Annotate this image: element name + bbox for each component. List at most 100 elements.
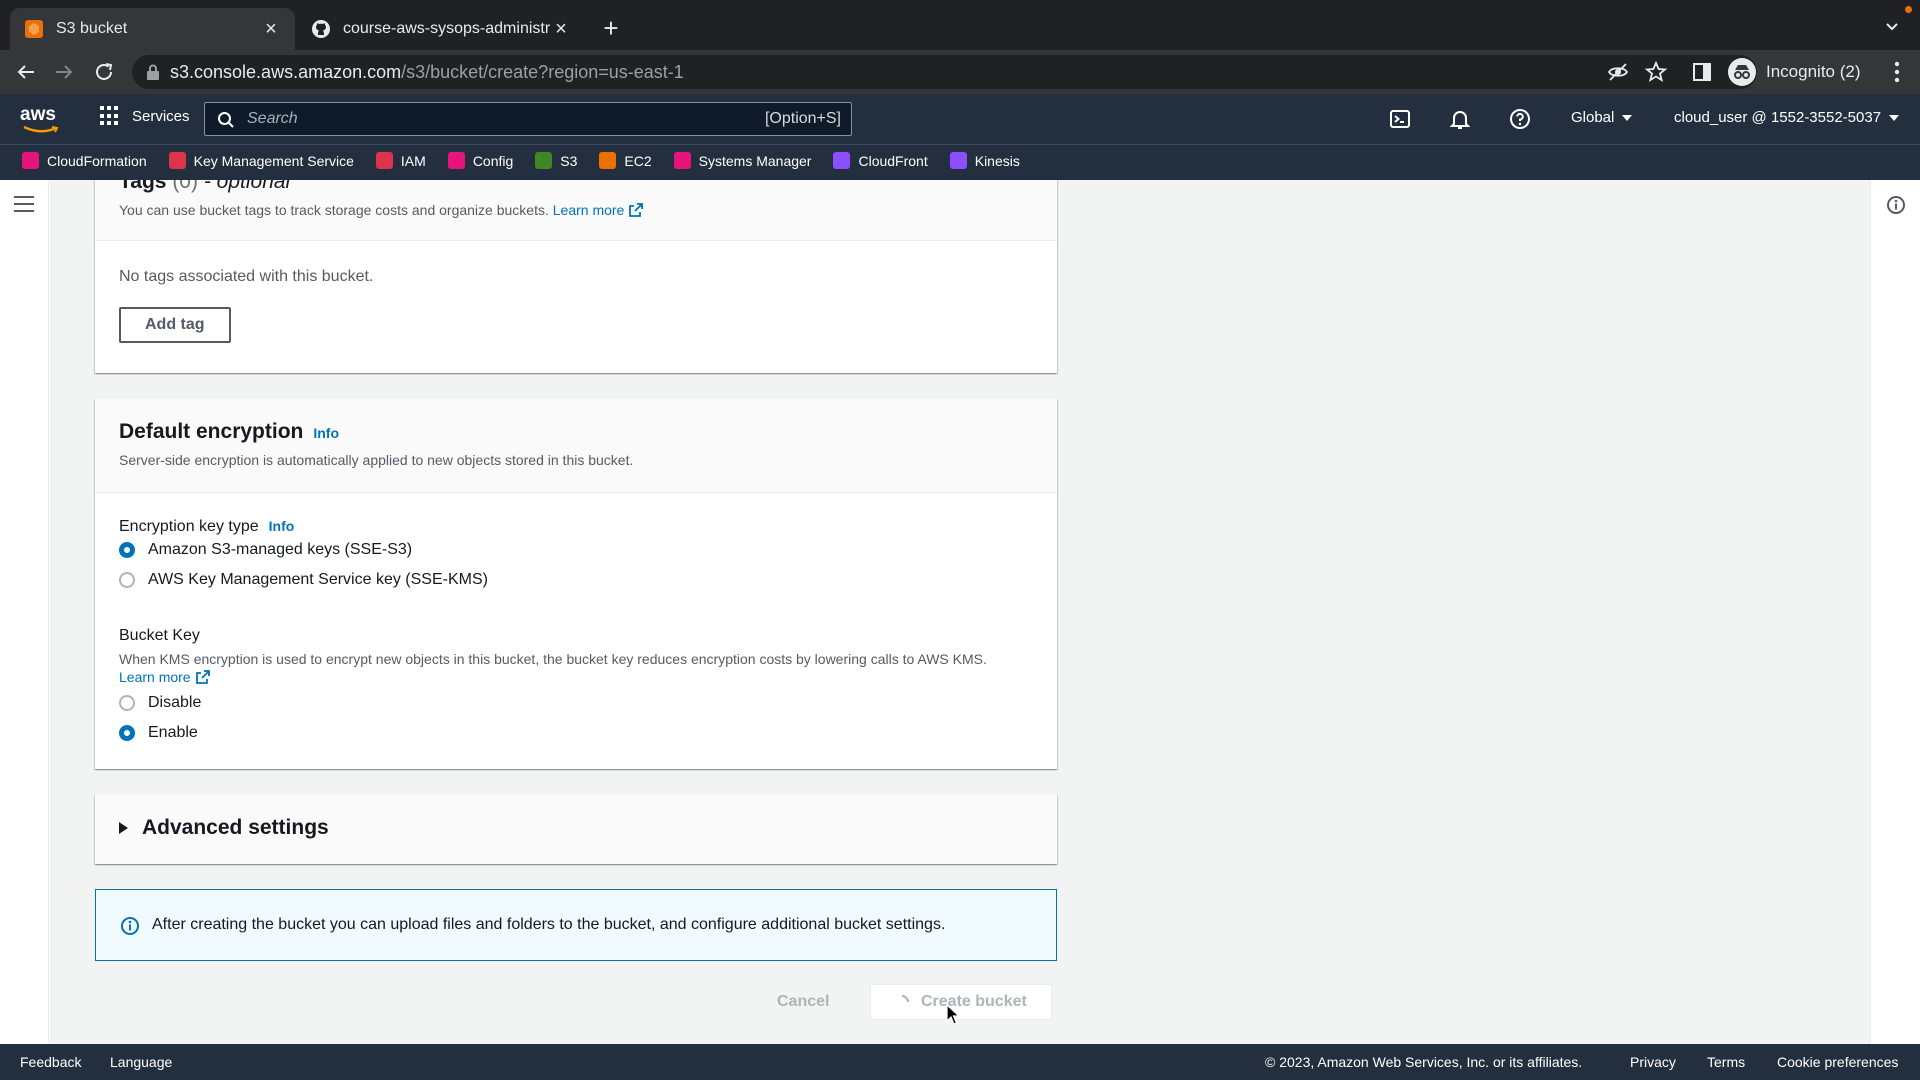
service-icon [599, 152, 617, 169]
eye-slash-icon[interactable] [1606, 60, 1630, 84]
advanced-settings-panel[interactable]: Advanced settings [95, 794, 1057, 864]
lock-icon[interactable] [146, 64, 160, 80]
browser-toolbar: s3.console.aws.amazon.com/s3/bucket/crea… [0, 50, 1920, 94]
radio-selected-icon[interactable] [119, 542, 135, 558]
cancel-button[interactable]: Cancel [777, 993, 829, 1011]
side-navigation-rail [0, 180, 49, 1044]
favorite-iam[interactable]: IAM [375, 152, 426, 169]
favorite-kinesis[interactable]: Kinesis [949, 152, 1020, 169]
account-menu[interactable]: cloud_user @ 1552-3552-5037 [1674, 109, 1900, 126]
favorite-config[interactable]: Config [447, 152, 514, 169]
tab-search-chevron-icon[interactable] [1882, 16, 1902, 36]
radio-bucket-key-disable[interactable]: Disable [119, 688, 201, 718]
info-circle-icon[interactable] [1886, 195, 1906, 215]
cloudshell-icon[interactable] [1389, 108, 1411, 130]
favorite-systems-manager[interactable]: Systems Manager [673, 152, 812, 169]
close-tab-icon[interactable]: × [261, 18, 281, 41]
services-menu-button[interactable]: Services [100, 106, 190, 126]
service-icon [949, 152, 967, 169]
main-content: Tags (0) - optional You can use bucket t… [50, 180, 1870, 1044]
tags-panel: Tags (0) - optional You can use bucket t… [95, 180, 1057, 373]
forward-arrow-icon[interactable] [52, 60, 76, 84]
browser-tab-s3-bucket[interactable]: S3 bucket × [10, 8, 295, 50]
radio-selected-icon[interactable] [119, 725, 135, 741]
radio-bucket-key-enable[interactable]: Enable [119, 718, 201, 748]
terms-link[interactable]: Terms [1707, 1054, 1745, 1070]
new-tab-button[interactable]: + [596, 14, 626, 44]
favorites-list: CloudFormation Key Management Service IAM C… [22, 152, 1042, 169]
browser-tab-github[interactable]: course-aws-sysops-administr × [297, 8, 585, 50]
privacy-link[interactable]: Privacy [1630, 1054, 1676, 1070]
encryption-key-type-radio-group: Amazon S3-managed keys (SSE-S3) AWS Key … [119, 535, 488, 595]
bucket-key-description: When KMS encryption is used to encrypt n… [119, 651, 987, 685]
info-alert: After creating the bucket you can upload… [95, 889, 1057, 961]
side-panel-icon[interactable] [1690, 60, 1714, 84]
radio-sse-s3[interactable]: Amazon S3-managed keys (SSE-S3) [119, 535, 488, 565]
help-icon[interactable] [1509, 108, 1531, 130]
service-icon [22, 152, 39, 169]
mouse-cursor-icon [946, 1004, 960, 1025]
radio-unselected-icon[interactable] [119, 695, 135, 711]
info-alert-text: After creating the bucket you can upload… [152, 916, 946, 933]
notification-dot [1905, 6, 1912, 13]
caret-down-icon [1889, 115, 1900, 122]
tab-title: course-aws-sysops-administr [343, 20, 551, 37]
console-footer: Feedback Language © 2023, Amazon Web Ser… [0, 1044, 1920, 1080]
favorites-bar: CloudFormation Key Management Service IAM C… [0, 144, 1920, 180]
favorite-label: Config [472, 152, 514, 169]
aws-smile-icon [23, 125, 59, 133]
favorite-label: Key Management Service [193, 152, 354, 169]
service-icon [535, 152, 553, 169]
radio-sse-kms[interactable]: AWS Key Management Service key (SSE-KMS) [119, 565, 488, 595]
favorite-label: Kinesis [974, 152, 1020, 169]
default-encryption-panel: Default encryption Info Server-side encry… [95, 399, 1057, 769]
close-tab-icon[interactable]: × [551, 18, 571, 41]
favorite-cloudformation[interactable]: CloudFormation [22, 152, 147, 169]
aws-console-header: aws Services Search [Option+S] Global cl… [0, 94, 1920, 144]
profile-label: Incognito (2) [1766, 62, 1861, 81]
info-icon [121, 917, 139, 935]
hamburger-menu-icon[interactable] [14, 196, 34, 212]
aws-s3-favicon-icon [25, 20, 43, 38]
external-link-icon [195, 670, 210, 684]
bookmark-star-icon[interactable] [1644, 60, 1668, 84]
search-shortcut: [Option+S] [764, 110, 841, 127]
search-placeholder: Search [247, 110, 298, 127]
no-tags-message: No tags associated with this bucket. [119, 268, 374, 285]
language-link[interactable]: Language [110, 1054, 172, 1070]
unified-search-input[interactable]: Search [Option+S] [204, 102, 852, 136]
reload-icon[interactable] [92, 60, 116, 84]
bucket-key-learn-more-link[interactable]: Learn more [119, 669, 211, 685]
advanced-settings-toggle[interactable]: Advanced settings [119, 816, 329, 840]
encryption-key-type-label: Encryption key type Info [119, 518, 295, 535]
favorite-s3[interactable]: S3 [535, 152, 577, 169]
favorite-label: S3 [560, 152, 578, 169]
notifications-bell-icon[interactable] [1449, 108, 1471, 130]
favorite-key-management-service[interactable]: Key Management Service [168, 152, 354, 169]
chrome-menu-icon[interactable] [1894, 61, 1900, 83]
cookie-preferences-link[interactable]: Cookie preferences [1777, 1054, 1898, 1070]
grid-icon [100, 106, 120, 126]
service-icon [833, 152, 851, 169]
feedback-link[interactable]: Feedback [20, 1054, 81, 1070]
tags-learn-more-link[interactable]: Learn more [553, 202, 645, 218]
address-bar[interactable]: s3.console.aws.amazon.com/s3/bucket/crea… [132, 55, 1757, 89]
incognito-profile-button[interactable]: Incognito (2) [1728, 56, 1861, 88]
caret-down-icon [1622, 115, 1633, 122]
service-icon [673, 152, 691, 169]
radio-unselected-icon[interactable] [119, 572, 135, 588]
favorite-cloudfront[interactable]: CloudFront [833, 152, 928, 169]
favorite-label: Systems Manager [698, 152, 812, 169]
caret-right-icon [119, 822, 128, 834]
favorite-ec2[interactable]: EC2 [599, 152, 652, 169]
key-type-info-link[interactable]: Info [269, 518, 295, 534]
region-selector[interactable]: Global [1571, 109, 1633, 126]
encryption-info-link[interactable]: Info [313, 425, 339, 441]
create-bucket-button[interactable]: Create bucket [870, 984, 1052, 1020]
back-arrow-icon[interactable] [14, 60, 38, 84]
browser-tab-bar: S3 bucket × course-aws-sysops-administr … [0, 0, 1920, 50]
loading-spinner-icon [901, 995, 909, 1003]
add-tag-button[interactable]: Add tag [119, 307, 231, 343]
tools-panel-rail [1870, 180, 1920, 1044]
aws-logo[interactable]: aws [20, 104, 62, 134]
